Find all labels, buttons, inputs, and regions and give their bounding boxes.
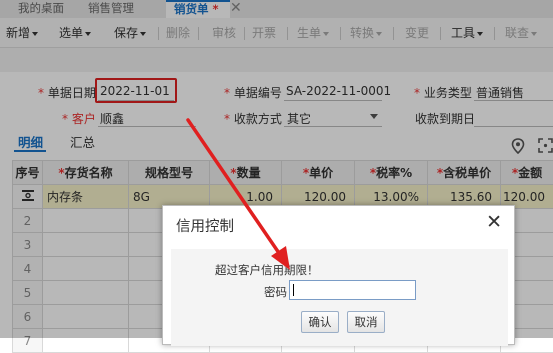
text-cursor [293, 284, 294, 296]
credit-control-dialog: 信用控制 ✕ 超过客户信用期限！ 密码 确认 取消 [162, 205, 515, 345]
dialog-message: 超过客户信用期限！ [215, 262, 319, 278]
confirm-button[interactable]: 确认 [301, 311, 339, 333]
cancel-button[interactable]: 取消 [347, 311, 385, 333]
password-input[interactable] [289, 280, 416, 300]
dialog-body: 超过客户信用期限！ 密码 确认 取消 [171, 249, 508, 346]
dialog-title: 信用控制 [176, 215, 234, 236]
password-label: 密码 [264, 284, 287, 300]
close-icon[interactable]: ✕ [486, 211, 502, 233]
